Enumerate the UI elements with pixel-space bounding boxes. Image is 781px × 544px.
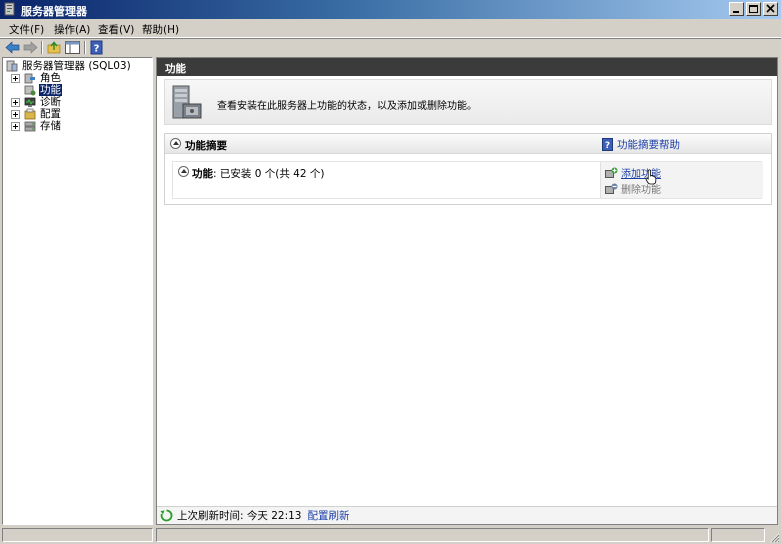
tree-root-server-manager[interactable]: 服务器管理器 (SQL03) [6,60,132,72]
tree-item-label: 诊断 [40,96,61,108]
close-icon [766,4,775,13]
status-panel-main [156,528,709,542]
expand-icon[interactable] [11,97,20,107]
toolbar-separator [84,41,86,54]
up-folder-icon[interactable] [46,40,63,55]
actions-panel: 添加功能 删除功能 [600,162,763,198]
menu-view[interactable]: 查看(V) [98,22,134,37]
menu-help[interactable]: 帮助(H) [142,22,179,37]
status-panel-left [2,528,153,542]
features-status: 功能: 已安装 0 个(共 42 个) [192,166,324,181]
toolbar: ? [0,38,781,56]
resize-grip-icon[interactable] [768,531,780,543]
features-icon [24,85,36,96]
status-bar [0,527,781,544]
refresh-icon [160,509,173,522]
add-features-icon [605,167,618,178]
tree-item-label: 配置 [40,108,61,120]
title-bar[interactable]: 服务器管理器 [0,0,781,19]
intro-text: 查看安装在此服务器上功能的状态，以及添加或删除功能。 [217,101,477,112]
window-buttons [729,2,778,16]
window-title: 服务器管理器 [21,5,87,18]
roles-icon [24,73,35,84]
features-server-icon [172,85,202,119]
configuration-icon [24,108,36,120]
menu-bar: 文件(F) 操作(A) 查看(V) 帮助(H) [0,19,781,38]
tree-item-storage[interactable]: 存储 [11,120,62,132]
features-count: : 已安装 0 个(共 42 个) [213,168,325,180]
features-subsection: 功能: 已安装 0 个(共 42 个) 添加功能 删除功能 [172,161,763,199]
tree-root-label: 服务器管理器 (SQL03) [22,60,131,72]
minimize-icon [733,11,739,13]
expand-icon[interactable] [11,121,20,131]
collapse-icon[interactable] [170,138,181,149]
section-title: 功能摘要 [185,140,227,152]
tree-item-label: 功能 [39,84,62,96]
content-pane: 功能 查看安装在此服务器上功能的状态，以及添加或删除功能。 功能摘要 ? 功能摘… [156,57,778,525]
status-panel-right [711,528,765,542]
section-header: 功能摘要 ? 功能摘要帮助 [165,134,771,154]
diagnostics-icon [24,97,36,107]
tree-item-diagnostics[interactable]: 诊断 [11,96,62,108]
server-manager-app-icon [4,2,15,16]
restore-button[interactable] [746,2,761,16]
close-button[interactable] [763,2,778,16]
help-icon: ? [602,138,613,151]
show-hide-tree-icon[interactable] [64,40,81,55]
tree-item-features[interactable]: 功能 [24,84,62,96]
tree-item-label: 存储 [40,120,61,132]
help-icon[interactable]: ? [88,40,105,55]
svg-text:?: ? [605,141,610,151]
server-manager-icon [6,60,18,72]
collapse-icon[interactable] [178,166,189,177]
expand-icon[interactable] [11,73,20,83]
tree-item-label: 角色 [40,72,61,84]
minimize-button[interactable] [729,2,744,16]
refresh-footer: 上次刷新时间: 今天 22:13 配置刷新 [157,506,777,524]
remove-features-icon [605,183,618,194]
forward-arrow-icon[interactable] [22,40,39,55]
restore-icon [749,5,758,13]
hand-cursor-icon [645,169,657,185]
help-link-text: 功能摘要帮助 [617,139,680,151]
intro-panel: 查看安装在此服务器上功能的状态，以及添加或删除功能。 [164,79,772,125]
configure-refresh-link[interactable]: 配置刷新 [307,508,349,523]
features-summary-section: 功能摘要 ? 功能摘要帮助 功能: 已安装 0 个(共 42 个) 添加功能 删… [164,133,772,205]
features-label: 功能 [192,168,213,180]
back-arrow-icon[interactable] [4,40,21,55]
toolbar-separator [41,41,43,54]
navigation-tree: 服务器管理器 (SQL03) 角色 功能 诊断 配置 存储 [2,57,153,525]
menu-file[interactable]: 文件(F) [9,22,44,37]
features-summary-help-link[interactable]: ? 功能摘要帮助 [602,137,680,152]
content-header: 功能 [157,58,777,76]
tree-item-roles[interactable]: 角色 [11,72,62,84]
svg-text:?: ? [94,44,100,55]
expand-icon[interactable] [11,109,20,119]
menu-action[interactable]: 操作(A) [54,22,90,37]
storage-icon [24,121,36,132]
last-refresh-text: 上次刷新时间: 今天 22:13 [177,510,302,522]
tree-item-configuration[interactable]: 配置 [11,108,62,120]
